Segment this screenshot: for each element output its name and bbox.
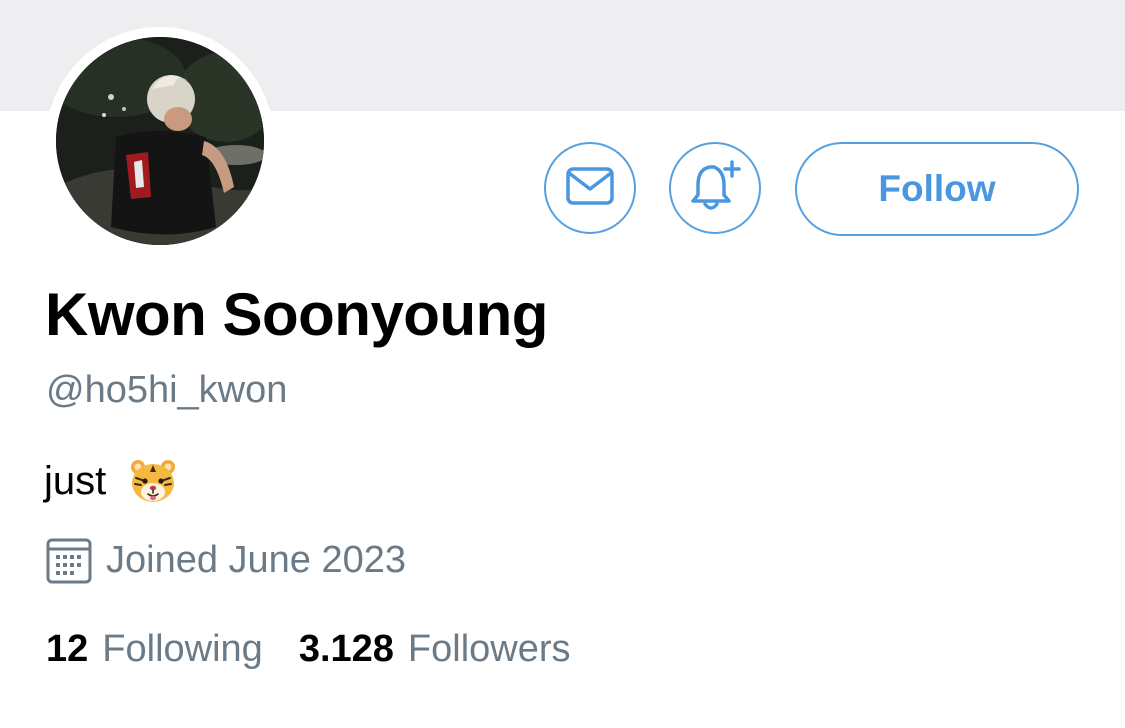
- followers-stat[interactable]: 3.128 Followers: [299, 628, 571, 671]
- avatar[interactable]: [56, 37, 264, 245]
- profile-stats: 12 Following 3.128 Followers: [46, 628, 571, 671]
- follow-button[interactable]: Follow: [795, 142, 1079, 236]
- user-handle: @ho5hi_kwon: [46, 369, 288, 411]
- following-label: Following: [102, 628, 263, 670]
- envelope-icon: [566, 166, 614, 210]
- following-count: 12: [46, 628, 89, 670]
- followers-count: 3.128: [298, 628, 394, 670]
- calendar-icon: [46, 536, 92, 584]
- bell-plus-icon: [688, 159, 742, 218]
- tiger-face-emoji: [128, 456, 178, 506]
- following-stat[interactable]: 12 Following: [46, 628, 263, 671]
- join-date-text: Joined June 2023: [106, 538, 407, 581]
- followers-label: Followers: [407, 628, 571, 670]
- notify-button[interactable]: [669, 142, 761, 234]
- join-date: Joined June 2023: [46, 536, 406, 584]
- profile-page: Follow Kwon Soonyoung @ho5hi_kwon just J…: [0, 0, 1125, 728]
- bio-text: just: [44, 458, 107, 503]
- message-button[interactable]: [544, 142, 636, 234]
- avatar-photo: [56, 37, 264, 245]
- display-name: Kwon Soonyoung: [45, 281, 548, 348]
- bio: just: [44, 456, 178, 506]
